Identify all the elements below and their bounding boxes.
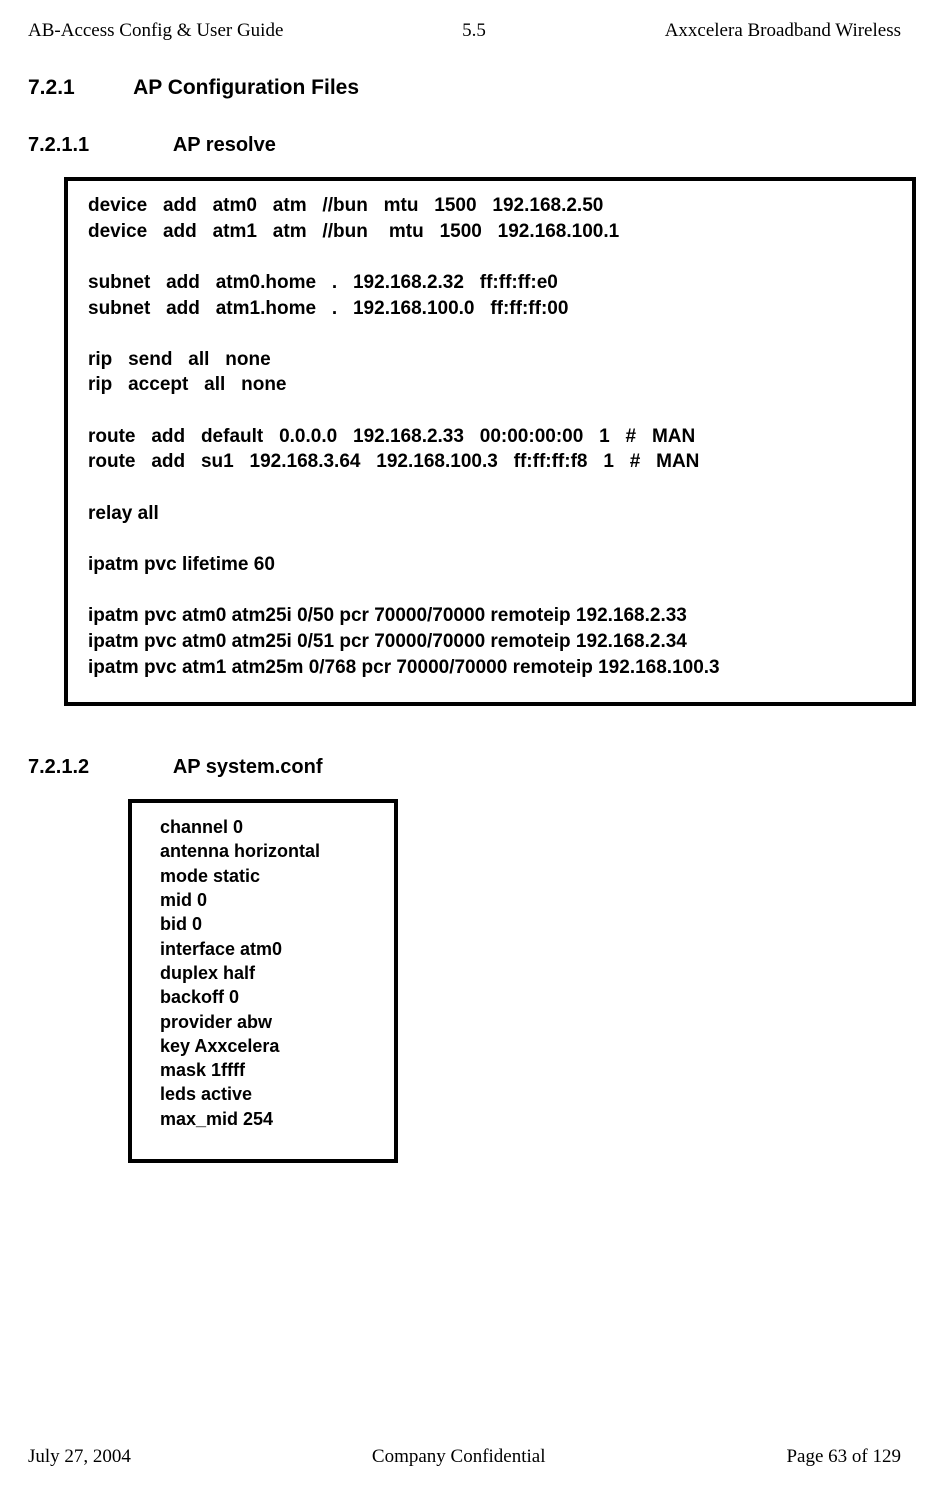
footer-confidential: Company Confidential <box>372 1446 546 1468</box>
ap-resolve-config-box: device add atm0 atm //bun mtu 1500 192.1… <box>64 177 916 706</box>
section-title: AP system.conf <box>173 756 323 778</box>
header-left: AB-Access Config & User Guide <box>28 20 283 42</box>
header-right: Axxcelera Broadband Wireless <box>665 20 901 42</box>
document-page: AB-Access Config & User Guide 5.5 Axxcel… <box>0 0 929 1494</box>
section-number: 7.2.1.1 <box>28 134 168 157</box>
section-7-2-1-heading: 7.2.1 AP Configuration Files <box>28 76 901 100</box>
section-7-2-1-1-heading: 7.2.1.1 AP resolve <box>28 134 901 157</box>
header-version: 5.5 <box>462 20 486 42</box>
section-7-2-1-2-heading: 7.2.1.2 AP system.conf <box>28 756 901 779</box>
page-footer: July 27, 2004 Company Confidential Page … <box>28 1446 901 1468</box>
section-title: AP resolve <box>173 134 276 156</box>
section-title: AP Configuration Files <box>133 76 359 99</box>
section-number: 7.2.1 <box>28 76 128 100</box>
footer-page-number: Page 63 of 129 <box>786 1446 901 1468</box>
page-header: AB-Access Config & User Guide 5.5 Axxcel… <box>28 20 901 42</box>
section-number: 7.2.1.2 <box>28 756 168 779</box>
footer-date: July 27, 2004 <box>28 1446 131 1468</box>
ap-system-conf-box: channel 0 antenna horizontal mode static… <box>128 799 398 1163</box>
